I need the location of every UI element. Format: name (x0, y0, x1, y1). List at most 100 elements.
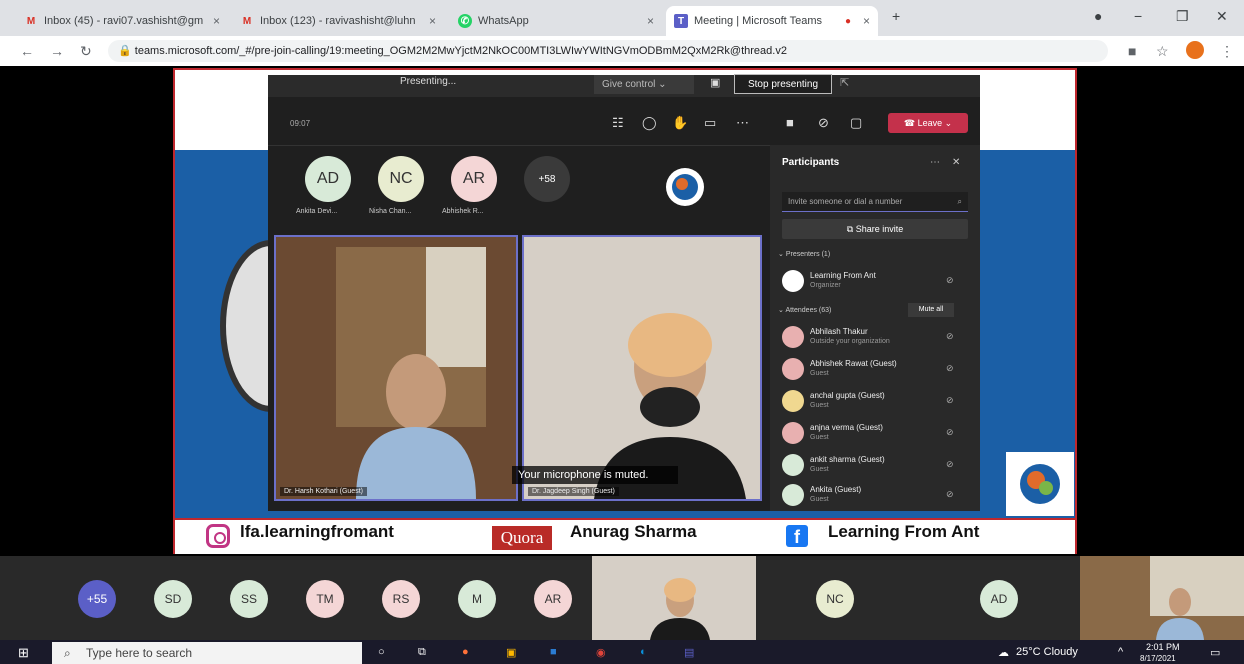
pin-icon[interactable]: ⇱ (840, 76, 849, 89)
firefox-icon[interactable]: ● (462, 646, 469, 658)
reload-icon[interactable]: ↻ (80, 43, 92, 60)
share-tray-icon[interactable]: ▢ (850, 115, 862, 131)
tab-teams-meeting[interactable]: T Meeting | Microsoft Teams ● × (666, 6, 878, 36)
screen-icon[interactable]: ▣ (710, 76, 720, 89)
avatar-initials: NC (826, 592, 844, 606)
gmail-icon: M (26, 15, 36, 27)
profile-menu-icon[interactable]: ● (1094, 8, 1102, 24)
participant-avatar[interactable]: SS (230, 580, 268, 618)
participant-avatar[interactable]: AD (980, 580, 1018, 618)
task-view-icon[interactable]: ⧉ (418, 646, 426, 659)
close-icon[interactable]: ✕ (952, 157, 960, 168)
close-window-button[interactable]: ✕ (1216, 8, 1228, 25)
attendees-section-header[interactable]: ⌄ Attendees (63) (778, 306, 831, 314)
teams-taskbar-icon[interactable]: ▤ (684, 646, 694, 659)
back-icon[interactable]: ← (20, 43, 34, 59)
restore-button[interactable]: ❐ (1176, 8, 1189, 25)
tab-title: WhatsApp (478, 15, 529, 27)
participant-avatar[interactable]: TM (306, 580, 344, 618)
new-tab-button[interactable]: + (892, 8, 900, 24)
chat-icon[interactable]: ◯ (642, 115, 657, 131)
tab-close-icon[interactable]: × (647, 14, 654, 28)
avatar-initials: NC (389, 170, 413, 187)
participant-avatar[interactable]: M (458, 580, 496, 618)
give-control-dropdown[interactable]: Give control ⌄ (594, 75, 694, 94)
store-icon[interactable]: ▣ (506, 646, 516, 659)
participant-role: Outside your organization (810, 338, 890, 345)
self-video-preview[interactable] (1080, 556, 1244, 640)
mic-off-icon[interactable]: ⊘ (818, 115, 829, 131)
chrome-icon[interactable]: ◉ (596, 646, 606, 659)
participant-avatar[interactable]: SD (154, 580, 192, 618)
video-tile-small[interactable] (592, 556, 756, 640)
leave-button[interactable]: ☎ Leave ⌄ (888, 113, 968, 133)
presenters-section-header[interactable]: ⌄ Presenters (1) (778, 250, 830, 258)
participant-role: Guest (810, 466, 829, 473)
participant-name: Ankita (Guest) (810, 485, 862, 494)
popout-icon[interactable]: ⋯ (930, 157, 940, 168)
tab-close-icon[interactable]: × (429, 14, 436, 28)
participants-icon[interactable]: ☷ (612, 115, 624, 131)
invite-search-input[interactable]: Invite someone or dial a number ⌕ (782, 192, 968, 212)
minimize-button[interactable]: − (1134, 8, 1142, 24)
meeting-toolbar (268, 97, 980, 146)
edge-icon[interactable]: ◐ (640, 646, 647, 658)
search-icon: ⌕ (64, 646, 71, 660)
tab-gmail-inbox-1[interactable]: M Inbox (45) - ravi07.vashisht@gm × (16, 6, 228, 36)
share-icon: ⧉ (846, 224, 856, 234)
avatar[interactable] (1186, 41, 1204, 59)
participant-avatar[interactable]: AR (534, 580, 572, 618)
more-menu-icon[interactable]: ⋮ (1220, 43, 1234, 60)
participant-row[interactable]: ankit sharma (Guest) Guest ⊘ (782, 452, 962, 480)
more-actions-icon[interactable]: ⋯ (736, 115, 749, 131)
tab-close-icon[interactable]: × (213, 14, 220, 28)
more-participants-badge[interactable]: +55 (78, 580, 116, 618)
mute-all-button[interactable]: Mute all (908, 303, 954, 317)
participant-name: Ankita Devi... (296, 208, 338, 215)
overflow-count: +58 (538, 173, 556, 185)
search-placeholder: Type here to search (86, 646, 193, 660)
participant-avatar[interactable]: AR (451, 156, 497, 202)
tab-close-icon[interactable]: × (863, 14, 870, 28)
tab-gmail-inbox-2[interactable]: M Inbox (123) - ravivashisht@luhn × (232, 6, 444, 36)
avatar-initials: AD (990, 592, 1008, 606)
share-invite-button[interactable]: ⧉ Share invite (782, 219, 968, 239)
participant-name: Abhishek R... (442, 208, 484, 215)
video-tile-speaker-2[interactable] (522, 235, 762, 501)
rooms-icon[interactable]: ▭ (704, 115, 716, 131)
windows-start-icon[interactable]: ⊞ (18, 645, 29, 661)
participant-row[interactable]: Abhilash Thakur Outside your organizatio… (782, 324, 962, 352)
clock-date[interactable]: 8/17/2021 (1140, 654, 1176, 663)
tray-chevron-icon[interactable]: ^ (1118, 646, 1123, 658)
participant-row[interactable]: Abhishek Rawat (Guest) Guest ⊘ (782, 356, 962, 384)
camera-icon[interactable]: ■ (786, 115, 794, 130)
video-tile-speaker-1[interactable] (274, 235, 518, 501)
clock-time[interactable]: 2:01 PM (1146, 642, 1180, 652)
taskbar-search-input[interactable]: ⌕ Type here to search (52, 642, 362, 664)
participant-row[interactable]: Learning From Ant Organizer ⊘ (782, 268, 962, 296)
file-explorer-icon[interactable]: ■ (550, 646, 557, 658)
stop-presenting-button[interactable]: Stop presenting (734, 74, 832, 94)
reactions-icon[interactable]: ✋ (672, 115, 688, 131)
address-bar[interactable]: 🔒 teams.microsoft.com/_#/pre-join-callin… (108, 40, 1108, 62)
participant-row[interactable]: anjna verma (Guest) Guest ⊘ (782, 420, 962, 448)
participant-row[interactable]: anchal gupta (Guest) Guest ⊘ (782, 388, 962, 416)
participant-role: Guest (810, 402, 829, 409)
participant-avatar[interactable]: RS (382, 580, 420, 618)
forward-icon[interactable]: → (50, 43, 64, 59)
url-text: teams.microsoft.com/_#/pre-join-calling/… (134, 45, 787, 57)
bookmark-star-icon[interactable]: ☆ (1156, 43, 1169, 60)
instagram-handle: lfa.learningfromant (240, 522, 394, 541)
notifications-icon[interactable]: ▭ (1210, 646, 1220, 659)
participant-avatar[interactable]: AD (305, 156, 351, 202)
participant-avatar[interactable]: NC (378, 156, 424, 202)
participant-avatar[interactable]: NC (816, 580, 854, 618)
tab-title: Inbox (123) - ravivashisht@luhn (260, 15, 416, 27)
weather-text[interactable]: 25°C Cloudy (1016, 646, 1078, 658)
extension-icon[interactable]: ■ (1128, 43, 1136, 59)
avatar-initials: AD (316, 170, 340, 187)
more-participants-badge[interactable]: +58 (524, 156, 570, 202)
participant-row[interactable]: Ankita (Guest) Guest ⊘ (782, 482, 962, 510)
tab-whatsapp[interactable]: ✆ WhatsApp × (450, 6, 662, 36)
cortana-icon[interactable]: ○ (378, 646, 385, 658)
